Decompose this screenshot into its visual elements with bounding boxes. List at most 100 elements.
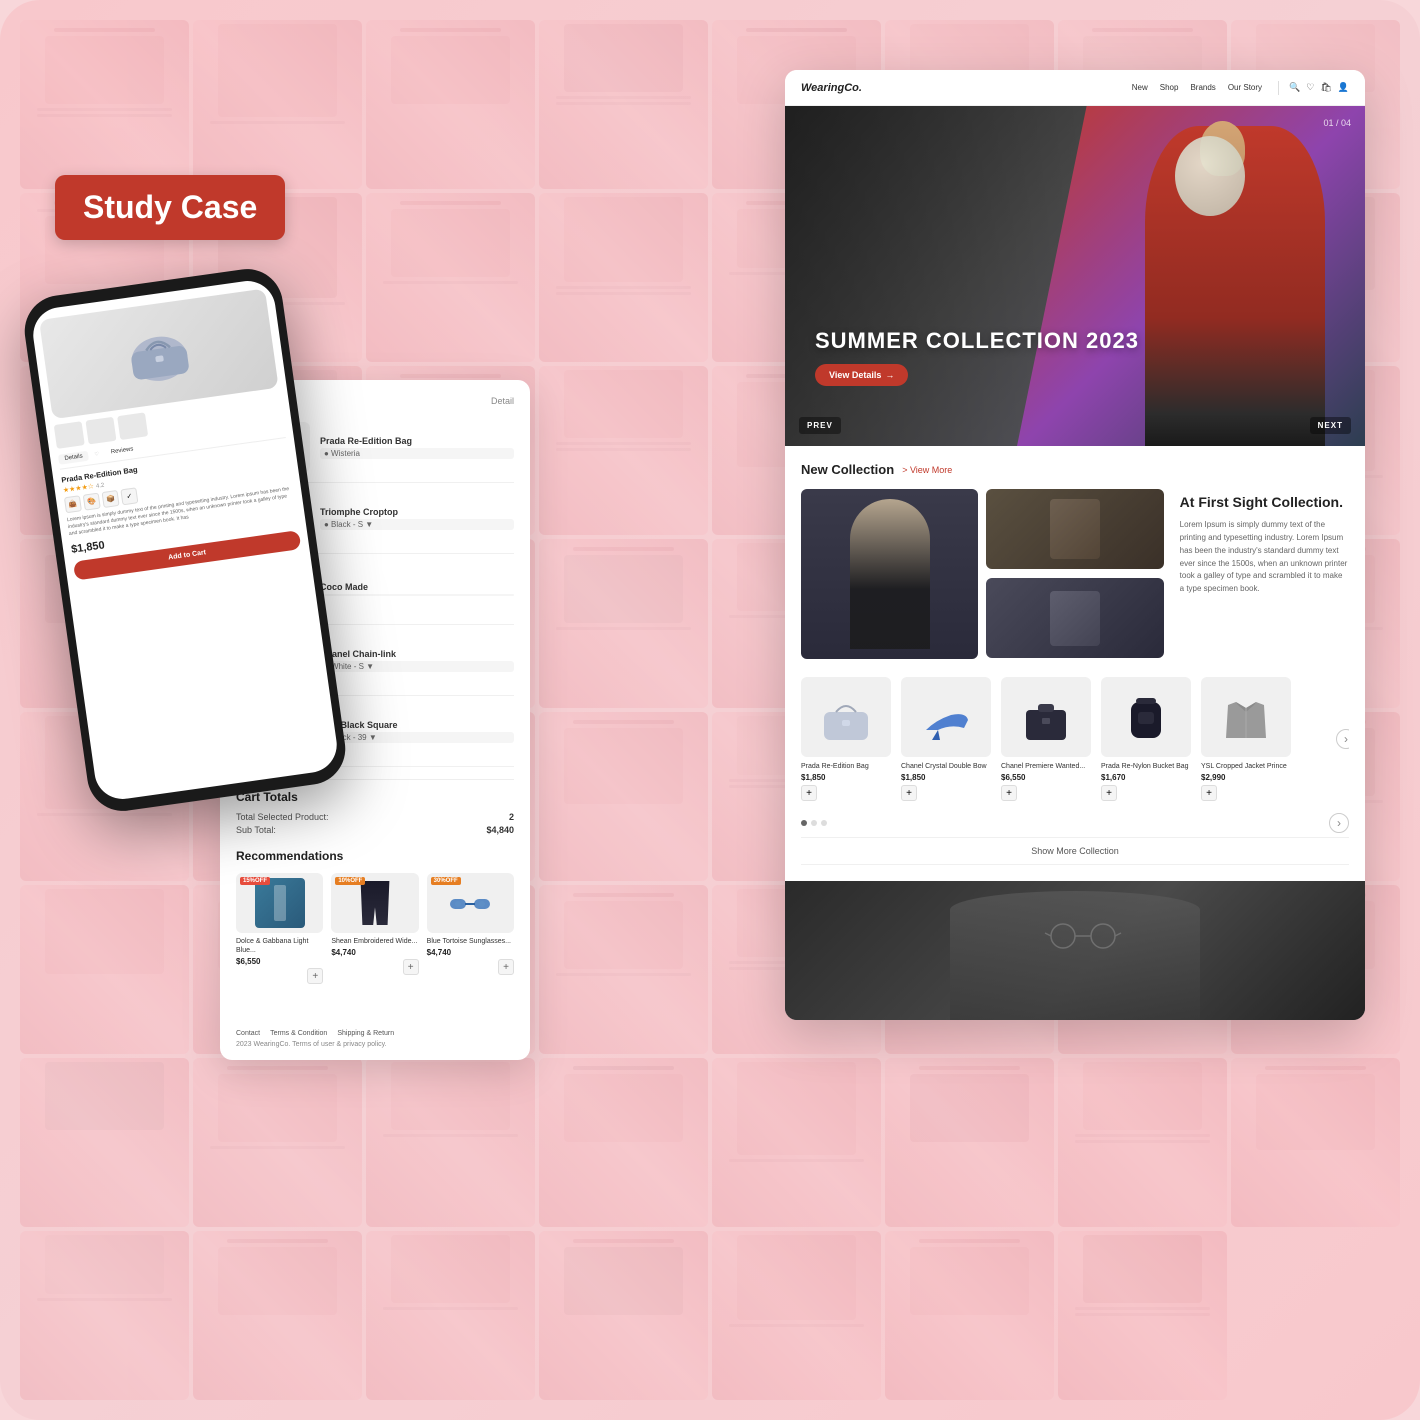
- cart-item-variant-3[interactable]: [320, 594, 514, 596]
- hero-title: SUMMER COLLECTION 2023: [815, 328, 1139, 354]
- product-card-price-4: $1,670: [1101, 773, 1191, 782]
- product-card-2: Chanel Crystal Double Bow $1,850 +: [901, 677, 991, 801]
- bg-tile: [539, 20, 708, 189]
- section-header: New Collection > View More: [801, 462, 1349, 477]
- rec-add-button-3[interactable]: +: [498, 959, 514, 975]
- heart-icon[interactable]: ♡: [1306, 82, 1314, 93]
- carousel-next-icon[interactable]: ›: [1336, 729, 1349, 749]
- rec-add-button-1[interactable]: +: [307, 968, 323, 984]
- cart-item-name-3: Coco Made: [320, 582, 514, 592]
- product-card-name-4: Prada Re-Nylon Bucket Bag: [1101, 762, 1191, 771]
- product-card-name-1: Prada Re-Edition Bag: [801, 762, 891, 771]
- carousel-dot-2[interactable]: [811, 820, 817, 826]
- user-icon[interactable]: 👤: [1338, 82, 1349, 93]
- hero-slide-counter: 01 / 04: [1323, 118, 1351, 128]
- total-selected-value: 2: [509, 812, 514, 822]
- bg-tile: [539, 1058, 708, 1227]
- rec-add-button-2[interactable]: +: [403, 959, 419, 975]
- bg-tile: [539, 712, 708, 881]
- collection-image-bottom-right: [986, 578, 1163, 658]
- hero-section: 01 / 04 SUMMER COLLECTION 2023 View Deta…: [785, 106, 1365, 446]
- product-card-name-2: Chanel Crystal Double Bow: [901, 762, 991, 771]
- view-more-link[interactable]: > View More: [902, 465, 952, 475]
- bottom-photo-section: [785, 881, 1365, 1020]
- cart-item-variant-5[interactable]: ● Black - 39 ▼: [320, 732, 514, 743]
- footer-link-shipping[interactable]: Shipping & Return: [337, 1030, 394, 1037]
- nav-link-story[interactable]: Our Story: [1228, 83, 1262, 92]
- study-case-badge: Study Case: [55, 175, 285, 240]
- rec-name-3: Blue Tortoise Sunglasses...: [427, 937, 514, 946]
- cart-footer: Contact Terms & Condition Shipping & Ret…: [236, 1030, 514, 1048]
- bag-icon[interactable]: 🛍: [1320, 82, 1331, 93]
- nav-link-shop[interactable]: Shop: [1160, 83, 1179, 92]
- nav-link-new[interactable]: New: [1132, 83, 1148, 92]
- phone-tab-details[interactable]: Details: [58, 451, 89, 465]
- carousel-dot-1[interactable]: [801, 820, 807, 826]
- footer-link-terms[interactable]: Terms & Condition: [270, 1030, 327, 1037]
- product-card-add-2[interactable]: +: [901, 785, 917, 801]
- bg-tile: [712, 1231, 881, 1400]
- hero-navigation-buttons: PREV NEXT: [799, 417, 1351, 434]
- collection-feature-grid: At First Sight Collection. Lorem Ipsum i…: [801, 489, 1349, 659]
- bg-tile: [366, 1231, 535, 1400]
- rec-price-2: $4,740: [331, 948, 418, 957]
- cart-item-name-5: Dior Black Square: [320, 720, 514, 730]
- rec-name-2: Shean Embroidered Wide...: [331, 937, 418, 946]
- bg-tile: [366, 20, 535, 189]
- subtotal-label: Sub Total:: [236, 825, 276, 835]
- bg-tile: [539, 193, 708, 362]
- product-card-price-2: $1,850: [901, 773, 991, 782]
- footer-link-contact[interactable]: Contact: [236, 1030, 260, 1037]
- bg-tile: [539, 539, 708, 708]
- nav-logo: WearingCo.: [801, 82, 862, 94]
- cart-item-info-5: Dior Black Square ● Black - 39 ▼: [320, 720, 514, 743]
- hero-next-button[interactable]: NEXT: [1310, 417, 1351, 434]
- product-card-image-1: [801, 677, 891, 757]
- product-card-add-4[interactable]: +: [1101, 785, 1117, 801]
- cart-item-name-2: Triomphe Croptop: [320, 507, 514, 517]
- search-icon[interactable]: 🔍: [1289, 82, 1300, 93]
- product-card-price-3: $6,550: [1001, 773, 1091, 782]
- cart-item-variant-4[interactable]: ● White - S ▼: [320, 661, 514, 672]
- new-collection-section: New Collection > View More: [785, 446, 1365, 881]
- collection-image-top-right: [986, 489, 1163, 569]
- product-card-add-5[interactable]: +: [1201, 785, 1217, 801]
- bg-tile: [193, 1231, 362, 1400]
- collection-feature-description: Lorem Ipsum is simply dummy text of the …: [1180, 519, 1349, 596]
- arrow-icon: →: [885, 370, 894, 380]
- nav-link-brands[interactable]: Brands: [1190, 83, 1215, 92]
- hero-prev-button[interactable]: PREV: [799, 417, 841, 434]
- bg-tile: [539, 366, 708, 535]
- product-card-add-3[interactable]: +: [1001, 785, 1017, 801]
- hero-content: SUMMER COLLECTION 2023 View Details →: [815, 328, 1139, 386]
- bg-tile: [20, 1058, 189, 1227]
- rec-item-3: 30%OFF Blue Tortoise Sunglasses...: [427, 873, 514, 984]
- product-card-4: Prada Re-Nylon Bucket Bag $1,670 +: [1101, 677, 1191, 801]
- show-more-button[interactable]: Show More Collection: [801, 837, 1349, 865]
- nav-icon-group: 🔍 ♡ 🛍 👤: [1289, 82, 1349, 93]
- collection-feature-title: At First Sight Collection.: [1180, 493, 1349, 511]
- hero-cta-button[interactable]: View Details →: [815, 364, 908, 386]
- rec-item-2: 10%OFF Shean Embroidered Wide... $4,740 …: [331, 873, 418, 984]
- bg-tile: [885, 1058, 1054, 1227]
- carousel-dot-3[interactable]: [821, 820, 827, 826]
- subtotal-value: $4,840: [486, 825, 514, 835]
- badge-text: Study Case: [83, 189, 257, 225]
- cart-item-info-2: Triomphe Croptop ● Black - S ▼: [320, 507, 514, 530]
- product-card-add-1[interactable]: +: [801, 785, 817, 801]
- recommendations-list: 15%OFF Dolce & Gabbana Light Blue... $6,…: [236, 873, 514, 984]
- cart-footer-links: Contact Terms & Condition Shipping & Ret…: [236, 1030, 514, 1037]
- hero-balloon: [1175, 136, 1245, 216]
- desktop-panel: WearingCo. New Shop Brands Our Story 🔍 ♡…: [785, 70, 1365, 1020]
- product-card-image-4: [1101, 677, 1191, 757]
- product-card-more[interactable]: ›: [1301, 677, 1349, 801]
- carousel-end-icon[interactable]: ›: [1329, 813, 1349, 833]
- cart-item-variant-1[interactable]: ● Wisteria: [320, 448, 514, 459]
- nav-links: New Shop Brands Our Story: [1132, 83, 1262, 92]
- recommendations-title: Recommendations: [236, 849, 514, 863]
- bg-tile: [1058, 1058, 1227, 1227]
- cart-item-variant-2[interactable]: ● Black - S ▼: [320, 519, 514, 530]
- cart-subtotal-row: Sub Total: $4,840: [236, 825, 514, 835]
- recommendations-section: Recommendations 15%OFF Dolce & Gabbana L…: [236, 849, 514, 984]
- phone-tab-reviews[interactable]: Reviews: [104, 444, 140, 459]
